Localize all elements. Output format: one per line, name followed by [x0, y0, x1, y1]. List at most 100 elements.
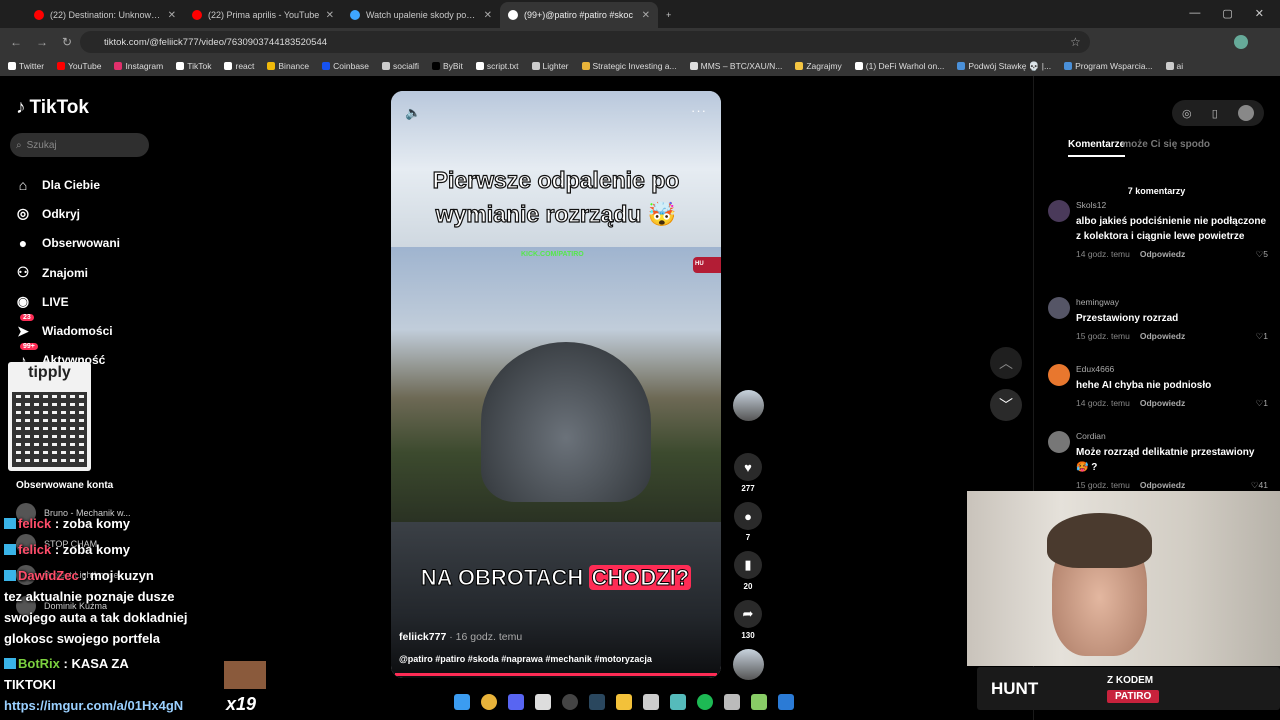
more-options-icon[interactable]: ···: [691, 103, 707, 118]
bookmark-item[interactable]: Strategic Investing a...: [581, 61, 677, 71]
app-icon[interactable]: [724, 694, 740, 710]
user-avatar[interactable]: [1237, 105, 1254, 121]
avatar[interactable]: [1048, 297, 1070, 319]
comment-username[interactable]: Skols12: [1076, 200, 1268, 210]
app-icon[interactable]: [643, 694, 659, 710]
comment-username[interactable]: Edux4666: [1076, 364, 1268, 374]
star-icon[interactable]: ☆: [1070, 35, 1081, 49]
chat-badge-icon: [4, 570, 16, 581]
vscode-icon[interactable]: [778, 694, 794, 710]
bookmark-item[interactable]: Podwój Stawkę 💀 |...: [957, 61, 1051, 72]
bookmark-icon: [854, 62, 863, 70]
next-video-button[interactable]: ﹀: [990, 389, 1022, 421]
music-disc-icon[interactable]: [733, 649, 764, 680]
bookmark-item[interactable]: Coinbase: [322, 61, 369, 71]
sidebar-item-wiadomości[interactable]: ➤ 23 Wiadomości: [14, 314, 120, 345]
reply-button[interactable]: Odpowiedz: [1140, 249, 1185, 260]
tiktok-logo[interactable]: ♪ TikTok: [16, 97, 89, 119]
bookmark-item[interactable]: TikTok: [176, 61, 211, 71]
bookmark-item[interactable]: socialfi: [382, 61, 419, 71]
avatar[interactable]: [1048, 200, 1070, 222]
comment-like-button[interactable]: ♡5: [1256, 249, 1268, 260]
author-avatar[interactable]: [733, 390, 764, 421]
bookmark-icon: [689, 62, 698, 70]
bookmark-item[interactable]: MMS – BTC/XAU/N...: [689, 61, 782, 71]
maximize-icon[interactable]: ▢: [1222, 7, 1232, 20]
obs-icon[interactable]: [562, 694, 578, 710]
sidebar-item-live[interactable]: ◉ LIVE: [14, 287, 120, 316]
tab-comments[interactable]: Komentarze: [1068, 139, 1126, 157]
bookmark-item[interactable]: script.txt: [475, 61, 519, 71]
search-input[interactable]: ⌕ Szukaj: [10, 133, 149, 157]
comment-icon[interactable]: ●: [734, 502, 762, 530]
chrome-icon[interactable]: [481, 694, 497, 710]
sidebar-item-dla-ciebie[interactable]: ⌂ Dla Ciebie: [14, 170, 120, 199]
bookmark-item[interactable]: ByBit: [432, 61, 463, 71]
app-icon[interactable]: [751, 694, 767, 710]
hunt-logo: HUNT: [991, 679, 1039, 698]
app-icon[interactable]: [670, 694, 686, 710]
app-icon[interactable]: [535, 694, 551, 710]
close-icon[interactable]: ✕: [326, 10, 334, 21]
video-progress-bar[interactable]: [395, 673, 717, 676]
close-icon[interactable]: ✕: [168, 10, 176, 21]
comment-like-button[interactable]: ♡41: [1251, 480, 1268, 491]
bookmark-item[interactable]: ai: [1165, 61, 1183, 71]
sidebar-item-obserwowani[interactable]: ● Obserwowani: [14, 229, 120, 258]
back-icon[interactable]: ←: [10, 35, 22, 49]
video-hashtags[interactable]: @patiro #patiro #skoda #naprawa #mechani…: [399, 654, 652, 664]
url-field[interactable]: tiktok.com/@feliick777/video/76309037441…: [80, 31, 1090, 53]
bookmark-item[interactable]: Twitter: [8, 61, 44, 71]
reply-button[interactable]: Odpowiedz: [1140, 331, 1185, 342]
sidebar-item-znajomi[interactable]: ⚇ Znajomi: [14, 258, 120, 287]
comment-username[interactable]: Cordian: [1076, 431, 1268, 441]
tab-suggested[interactable]: może Ci się spodo: [1122, 139, 1210, 150]
close-window-icon[interactable]: ✕: [1255, 7, 1264, 20]
reply-button[interactable]: Odpowiedz: [1140, 480, 1185, 491]
browser-tab-active[interactable]: (99+)@patiro #patiro #skoc ✕: [500, 2, 658, 28]
bookmark-icon[interactable]: ▮: [734, 551, 762, 579]
comment-like-count: 41: [1258, 480, 1268, 490]
folder-icon[interactable]: [616, 694, 632, 710]
bookmark-item[interactable]: YouTube: [57, 61, 101, 71]
bookmark-item[interactable]: react: [224, 61, 254, 71]
bookmark-item[interactable]: (1) DeFi Warhol on...: [854, 61, 944, 71]
discord-icon[interactable]: [508, 694, 524, 710]
avatar[interactable]: [1048, 364, 1070, 386]
comment-like-button[interactable]: ♡1: [1256, 331, 1268, 342]
reload-icon[interactable]: ↻: [62, 35, 72, 49]
bookmark-item[interactable]: Lighter: [531, 61, 569, 71]
reply-button[interactable]: Odpowiedz: [1140, 398, 1185, 409]
bookmark-item[interactable]: Binance: [267, 61, 309, 71]
video-author[interactable]: feliick777 · 16 godz. temu: [399, 631, 522, 643]
bookmark-item[interactable]: Program Wsparcia...: [1064, 61, 1153, 71]
volume-icon[interactable]: 🔈: [405, 105, 421, 121]
sidebar-item-odkryj[interactable]: ◎ Odkryj: [14, 199, 120, 228]
phone-icon[interactable]: ▯: [1212, 107, 1218, 120]
spotify-icon[interactable]: [697, 694, 713, 710]
bookmark-item[interactable]: Instagram: [114, 61, 163, 71]
close-icon[interactable]: ✕: [642, 10, 650, 21]
minimize-icon[interactable]: —: [1189, 7, 1200, 20]
steam-icon[interactable]: [589, 694, 605, 710]
close-icon[interactable]: ✕: [484, 10, 492, 21]
share-icon[interactable]: ➦: [734, 600, 762, 628]
like-icon[interactable]: ♥: [734, 453, 762, 481]
browser-tab[interactable]: (22) Destination: Unknown? - Yo✕: [26, 2, 184, 28]
browser-tab[interactable]: Watch upalenie skody po wym ✕: [342, 2, 500, 28]
compass-icon[interactable]: ◎: [1182, 107, 1192, 120]
car-image: [481, 342, 651, 502]
comment-username[interactable]: hemingway: [1076, 297, 1268, 307]
browser-tab[interactable]: (22) Prima aprilis - YouTube ✕: [184, 2, 342, 28]
video-player[interactable]: Pierwsze odpalenie po wymianie rozrządu …: [391, 91, 721, 678]
avatar[interactable]: [1048, 431, 1070, 453]
previous-video-button[interactable]: ︿: [990, 347, 1022, 379]
save-count: 20: [743, 582, 753, 591]
forward-icon[interactable]: →: [36, 35, 48, 49]
chat-username: DawidZec: [18, 568, 79, 583]
comment-like-button[interactable]: ♡1: [1256, 398, 1268, 409]
bookmark-item[interactable]: Zagrajmy: [795, 61, 842, 71]
profile-icon[interactable]: [1234, 35, 1248, 49]
windows-start-icon[interactable]: [454, 694, 470, 710]
new-tab-button[interactable]: +: [658, 2, 684, 28]
